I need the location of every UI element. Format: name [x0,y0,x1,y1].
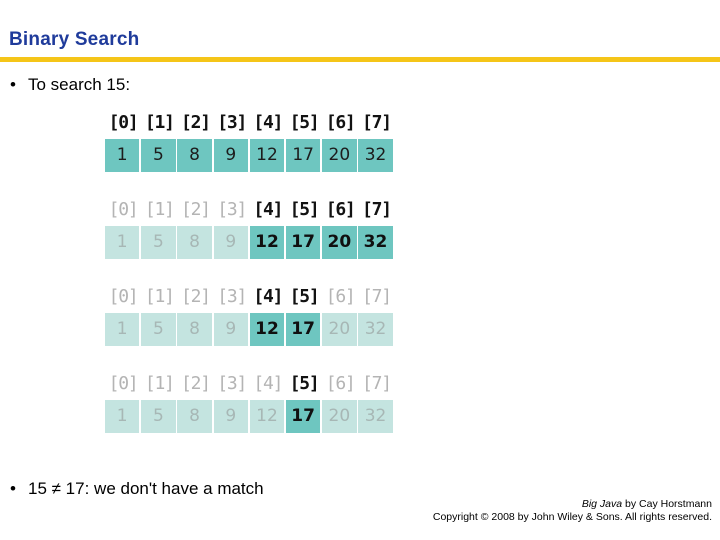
array-cell: 20 [322,139,357,172]
array-cell: 20 [322,400,357,433]
array-index-label: [5] [289,199,320,220]
array-index-label: [2] [181,112,211,133]
array-index-label: [2] [181,199,211,220]
array-cell: 5 [141,226,176,259]
array-cell: 9 [213,139,248,172]
array-value-row: 1 5 8 9 12 17 20 32 [105,400,395,433]
array-cell: 5 [141,400,176,433]
array-index-label: [3] [217,373,247,394]
array-cell: 9 [213,313,248,346]
array-index-label: [6] [325,199,356,220]
array-row: [0] [1] [2] [3] [4] [5] [6] [7] 1 5 8 9 12 17 20 32 [105,197,395,284]
array-cell: 17 [285,313,321,346]
array-value-row: 1 5 8 9 12 17 20 32 [105,313,395,346]
array-cell: 5 [141,313,176,346]
array-index-label: [5] [289,112,320,133]
array-value-row: 1 5 8 9 12 17 20 32 [105,139,395,172]
bullet-no-match: • 15 ≠ 17: we don't have a match [10,478,264,500]
array-index-label: [4] [253,112,283,133]
array-cell: 12 [249,313,285,346]
array-cell: 32 [358,139,393,172]
array-index-row: [0] [1] [2] [3] [4] [5] [6] [7] [105,197,395,221]
array-index-row: [0] [1] [2] [3] [4] [5] [6] [7] [105,371,395,395]
array-cell: 9 [213,226,248,259]
footer-byline: by Cay Horstmann [622,498,712,510]
array-index-label: [1] [144,199,175,220]
array-cell: 1 [105,139,140,172]
array-cell: 17 [285,139,321,172]
array-cell: 17 [285,400,321,433]
array-index-label: [0] [108,199,139,220]
array-index-label: [3] [217,286,247,307]
array-index-label: [5] [289,286,320,307]
array-index-label: [4] [253,199,283,220]
array-index-label: [0] [108,373,139,394]
bullet-bottom-text: 15 ≠ 17: we don't have a match [28,479,264,498]
array-index-row: [0] [1] [2] [3] [4] [5] [6] [7] [105,110,395,134]
array-cell: 17 [285,226,321,259]
array-cell: 12 [249,226,285,259]
array-cell: 1 [105,313,140,346]
array-cell: 32 [358,313,393,346]
array-cell: 20 [322,313,357,346]
bullet-marker: • [10,479,16,498]
array-index-label: [5] [289,373,320,394]
array-cell: 1 [105,400,140,433]
array-index-label: [7] [361,199,392,220]
array-index-label: [7] [361,112,392,133]
array-index-label: [6] [325,373,356,394]
array-index-label: [0] [108,112,139,133]
array-cell: 9 [213,400,248,433]
array-index-label: [3] [217,199,247,220]
array-cell: 5 [141,139,176,172]
array-index-label: [7] [361,286,392,307]
array-cell: 8 [177,313,212,346]
array-row: [0] [1] [2] [3] [4] [5] [6] [7] 1 5 8 9 12 17 20 32 [105,110,395,197]
footer-book-title: Big Java [581,498,623,510]
bullet-to-search: • To search 15: [10,74,130,96]
footer-copyright: Copyright © 2008 by John Wiley & Sons. A… [432,511,712,523]
array-row: [0] [1] [2] [3] [4] [5] [6] [7] 1 5 8 9 12 17 20 32 [105,371,395,458]
array-index-label: [2] [181,373,211,394]
array-index-label: [1] [144,373,175,394]
array-index-label: [1] [144,112,175,133]
array-index-row: [0] [1] [2] [3] [4] [5] [6] [7] [105,284,395,308]
bullet-marker: • [10,75,16,94]
array-cell: 8 [177,400,212,433]
array-value-row: 1 5 8 9 12 17 20 32 [105,226,395,259]
array-cell: 12 [249,400,285,433]
array-index-label: [7] [361,373,392,394]
array-cell: 8 [177,139,212,172]
array-cell: 12 [249,139,285,172]
array-index-label: [3] [217,112,247,133]
array-index-label: [6] [325,286,356,307]
array-cell: 32 [358,226,393,259]
array-index-label: [4] [253,373,283,394]
title-divider [0,57,720,62]
array-cell: 20 [322,226,357,259]
footer-attribution: Big Java by Cay Horstmann [433,498,712,511]
binary-search-array-diagram: [0] [1] [2] [3] [4] [5] [6] [7] 1 5 8 9 12 17 20 32 [0][… [105,110,395,458]
array-cell: 1 [105,226,140,259]
array-cell: 8 [177,226,212,259]
array-index-label: [2] [181,286,211,307]
page-title: Binary Search [9,29,140,50]
array-cell: 32 [358,400,393,433]
footer: Big Java by Cay Horstmann Copyright © 20… [433,498,712,524]
bullet-top-text: To search 15: [28,75,131,94]
array-index-label: [4] [253,286,283,307]
array-row: [0] [1] [2] [3] [4] [5] [6] [7] 1 5 8 9 12 17 20 32 [105,284,395,371]
array-index-label: [6] [325,112,356,133]
array-index-label: [0] [108,286,139,307]
array-index-label: [1] [144,286,175,307]
